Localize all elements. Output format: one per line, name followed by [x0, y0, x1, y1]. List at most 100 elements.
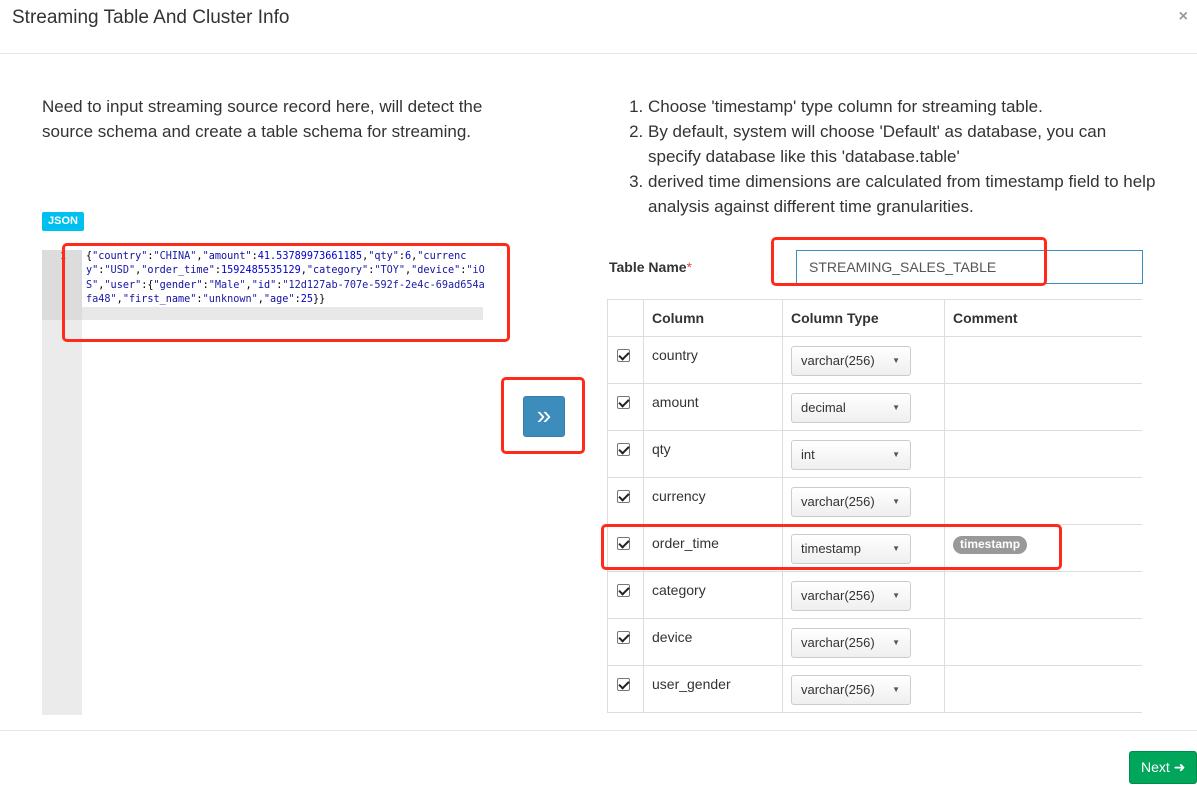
column-type-select[interactable]: varchar(256) ▼: [791, 581, 911, 611]
column-type-cell: varchar(256) ▼: [782, 477, 945, 525]
row-checkbox[interactable]: [617, 537, 630, 550]
column-comment: [944, 383, 1142, 431]
instruction-steps: Choose 'timestamp' type column for strea…: [622, 94, 1162, 219]
column-type-select[interactable]: int ▼: [791, 440, 911, 470]
column-comment: [944, 430, 1142, 478]
column-name: amount: [643, 383, 783, 431]
column-type-value: varchar(256): [801, 353, 875, 368]
column-type-cell: int ▼: [782, 430, 945, 478]
column-comment: [944, 571, 1142, 619]
step-item: derived time dimensions are calculated f…: [648, 169, 1162, 219]
row-checkbox[interactable]: [617, 678, 630, 691]
timestamp-badge: timestamp: [953, 536, 1028, 554]
modal-title: Streaming Table And Cluster Info: [12, 7, 290, 28]
row-checkbox[interactable]: [617, 631, 630, 644]
table-row: order_time timestamp ▼ timestamp: [607, 524, 1142, 572]
column-type-cell: timestamp ▼: [782, 524, 945, 572]
convert-button[interactable]: »: [523, 396, 565, 437]
column-comment: [944, 665, 1142, 713]
line-number: 1: [60, 251, 67, 262]
table-name-label-text: Table Name: [609, 259, 687, 275]
column-type-value: int: [801, 447, 815, 462]
footer-divider: [0, 730, 1197, 731]
select-cell: [607, 336, 644, 384]
caret-down-icon: ▼: [892, 450, 900, 459]
modal-header: Streaming Table And Cluster Info ×: [0, 0, 1197, 54]
header-check: [607, 299, 644, 337]
column-comment: timestamp: [944, 524, 1142, 572]
select-cell: [607, 430, 644, 478]
column-type-value: timestamp: [801, 541, 861, 556]
column-type-value: varchar(256): [801, 588, 875, 603]
caret-down-icon: ▼: [892, 685, 900, 694]
arrow-right-icon: ➜: [1173, 759, 1186, 775]
caret-down-icon: ▼: [892, 497, 900, 506]
caret-down-icon: ▼: [892, 544, 900, 553]
row-checkbox[interactable]: [617, 396, 630, 409]
table-row: currency varchar(256) ▼: [607, 477, 1142, 525]
column-type-cell: decimal ▼: [782, 383, 945, 431]
header-column: Column: [643, 299, 783, 337]
next-button[interactable]: Next ➜: [1129, 751, 1197, 784]
columns-table-wrapper[interactable]: Column Column Type Comment country varcha…: [607, 299, 1142, 715]
table-name-label: Table Name*: [609, 259, 692, 275]
row-checkbox[interactable]: [617, 584, 630, 597]
select-cell: [607, 571, 644, 619]
table-row: qty int ▼: [607, 430, 1142, 478]
json-source-text[interactable]: {"country":"CHINA","amount":41.537899736…: [86, 250, 486, 308]
column-type-cell: varchar(256) ▼: [782, 665, 945, 713]
next-label: Next: [1141, 759, 1170, 775]
select-cell: [607, 665, 644, 713]
double-chevron-right-icon: »: [536, 400, 552, 430]
column-type-value: varchar(256): [801, 494, 875, 509]
editor-active-line: [82, 307, 483, 320]
column-type-cell: varchar(256) ▼: [782, 336, 945, 384]
caret-down-icon: ▼: [892, 591, 900, 600]
column-type-value: varchar(256): [801, 682, 875, 697]
column-type-select[interactable]: varchar(256) ▼: [791, 346, 911, 376]
json-editor[interactable]: 1 {"country":"CHINA","amount":41.5378997…: [42, 250, 487, 715]
table-header-row: Column Column Type Comment: [607, 299, 1142, 337]
column-type-select[interactable]: varchar(256) ▼: [791, 487, 911, 517]
row-checkbox[interactable]: [617, 490, 630, 503]
json-badge: JSON: [42, 212, 84, 231]
column-comment: [944, 336, 1142, 384]
column-type-select[interactable]: varchar(256) ▼: [791, 675, 911, 705]
select-cell: [607, 618, 644, 666]
select-cell: [607, 383, 644, 431]
column-type-value: varchar(256): [801, 635, 875, 650]
column-comment: [944, 618, 1142, 666]
column-name: order_time: [643, 524, 783, 572]
column-type-select[interactable]: varchar(256) ▼: [791, 628, 911, 658]
caret-down-icon: ▼: [892, 356, 900, 365]
header-comment: Comment: [944, 299, 1142, 337]
step-item: Choose 'timestamp' type column for strea…: [648, 94, 1162, 119]
row-checkbox[interactable]: [617, 443, 630, 456]
columns-table: Column Column Type Comment country varcha…: [607, 299, 1142, 713]
column-name: qty: [643, 430, 783, 478]
column-name: device: [643, 618, 783, 666]
column-comment: [944, 477, 1142, 525]
table-row: country varchar(256) ▼: [607, 336, 1142, 384]
select-cell: [607, 477, 644, 525]
column-name: user_gender: [643, 665, 783, 713]
column-type-cell: varchar(256) ▼: [782, 571, 945, 619]
step-item: By default, system will choose 'Default'…: [648, 119, 1162, 169]
select-cell: [607, 524, 644, 572]
column-type-value: decimal: [801, 400, 846, 415]
column-type-select[interactable]: decimal ▼: [791, 393, 911, 423]
column-name: country: [643, 336, 783, 384]
caret-down-icon: ▼: [892, 638, 900, 647]
table-name-input[interactable]: [796, 250, 1143, 284]
table-row: device varchar(256) ▼: [607, 618, 1142, 666]
column-name: category: [643, 571, 783, 619]
close-icon[interactable]: ×: [1179, 8, 1188, 26]
table-row: category varchar(256) ▼: [607, 571, 1142, 619]
table-row: amount decimal ▼: [607, 383, 1142, 431]
row-checkbox[interactable]: [617, 349, 630, 362]
column-type-cell: varchar(256) ▼: [782, 618, 945, 666]
header-column-type: Column Type: [782, 299, 945, 337]
column-name: currency: [643, 477, 783, 525]
column-type-select[interactable]: timestamp ▼: [791, 534, 911, 564]
caret-down-icon: ▼: [892, 403, 900, 412]
